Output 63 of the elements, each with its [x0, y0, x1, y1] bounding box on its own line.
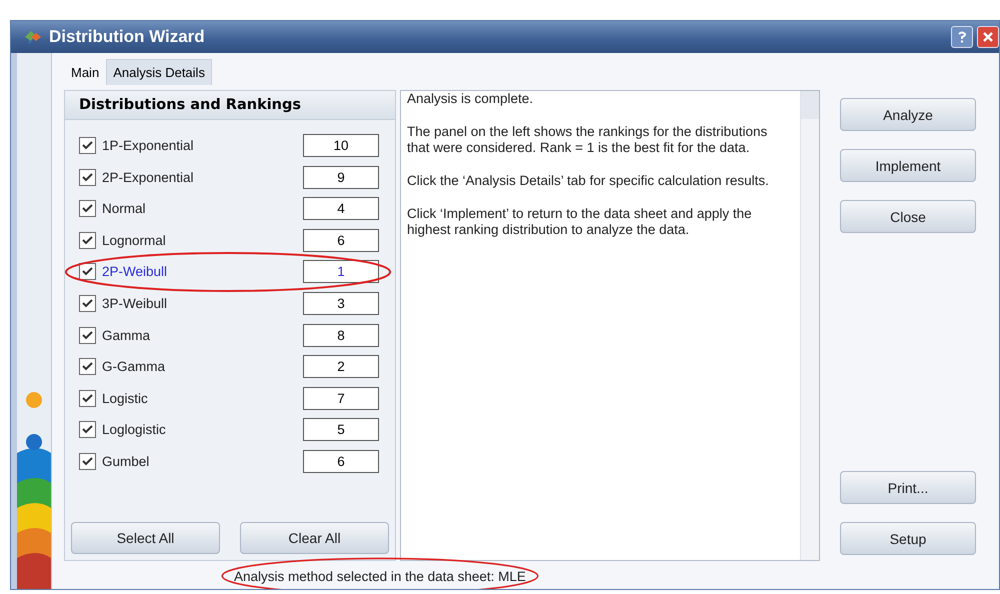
tab[interactable]: Analysis Details [106, 59, 212, 85]
checkbox[interactable] [79, 263, 96, 280]
distribution-label: Normal [102, 201, 147, 216]
distribution-label: Gamma [102, 328, 152, 343]
checkbox[interactable] [79, 200, 96, 218]
rank-field: 2 [303, 355, 379, 378]
message-text: Click the ‘Analysis Details’ tab for specific calculation results. [407, 173, 770, 189]
rank-field: 4 [303, 197, 379, 220]
checkbox[interactable] [79, 326, 96, 344]
checkbox[interactable] [79, 168, 96, 186]
panel-button[interactable]: Select All [71, 522, 220, 554]
checkmark-icon [82, 330, 93, 340]
checkmark-icon [82, 298, 93, 308]
checkbox[interactable] [79, 452, 96, 470]
distribution-label: 2P-Exponential [102, 170, 195, 185]
checkmark-icon [82, 425, 93, 434]
checkmark-icon [82, 267, 93, 276]
checkbox[interactable] [79, 137, 96, 154]
checkbox[interactable] [79, 390, 96, 407]
diamond-logo-icon [23, 29, 43, 45]
distribution-label: Lognormal [102, 232, 167, 248]
close-button[interactable] [977, 26, 999, 48]
rank-field: 6 [303, 450, 379, 473]
checkmark-icon [82, 141, 93, 150]
distribution-label: Gumbel [102, 454, 150, 469]
action-button[interactable]: Implement [840, 149, 976, 182]
distribution-label: 1P-Exponential [102, 138, 195, 153]
checkmark-icon [82, 394, 93, 403]
rank-field: 1 [303, 260, 379, 284]
rank-field: 9 [303, 166, 379, 189]
message-text: Analysis is complete. [407, 91, 534, 107]
checkbox[interactable] [79, 421, 96, 438]
window-title: Distribution Wizard [49, 27, 205, 47]
distribution-label: 3P-Weibull [102, 296, 168, 311]
rank-field: 6 [303, 228, 379, 252]
message-text: The panel on the left shows the rankings for the distributions that were considered. Rank = 1 is the best fit for the data. [407, 124, 768, 156]
rank-field: 10 [303, 134, 379, 157]
distribution-label: Loglogistic [102, 422, 167, 438]
action-button[interactable]: Print... [840, 471, 976, 504]
distribution-label: 2P-Weibull [102, 264, 168, 280]
rank-field: 7 [303, 386, 379, 410]
help-button[interactable] [951, 26, 973, 48]
action-button[interactable]: Close [840, 200, 976, 233]
checkbox[interactable] [79, 358, 96, 376]
checkbox[interactable] [79, 232, 96, 249]
checkmark-icon [82, 362, 93, 372]
action-button[interactable]: Setup [840, 522, 976, 555]
rank-field: 3 [303, 292, 379, 315]
distribution-label: Logistic [102, 390, 149, 406]
status-text: Analysis method selected in the data sheet: MLE [234, 568, 526, 584]
help-icon [957, 31, 967, 43]
checkmark-icon [82, 172, 93, 182]
checkmark-icon [82, 204, 93, 214]
rank-field: 5 [303, 418, 379, 442]
rank-field: 8 [303, 324, 379, 347]
close-icon [982, 31, 994, 43]
checkmark-icon [82, 456, 93, 466]
action-button[interactable]: Analyze [840, 98, 976, 131]
panel-button[interactable]: Clear All [240, 522, 389, 554]
checkmark-icon [82, 236, 93, 245]
message-text: Click ‘Implement’ to return to the data sheet and apply the highest ranking distribution to analyze the data. [407, 206, 753, 238]
distribution-label: G-Gamma [102, 359, 166, 374]
checkbox[interactable] [79, 294, 96, 312]
